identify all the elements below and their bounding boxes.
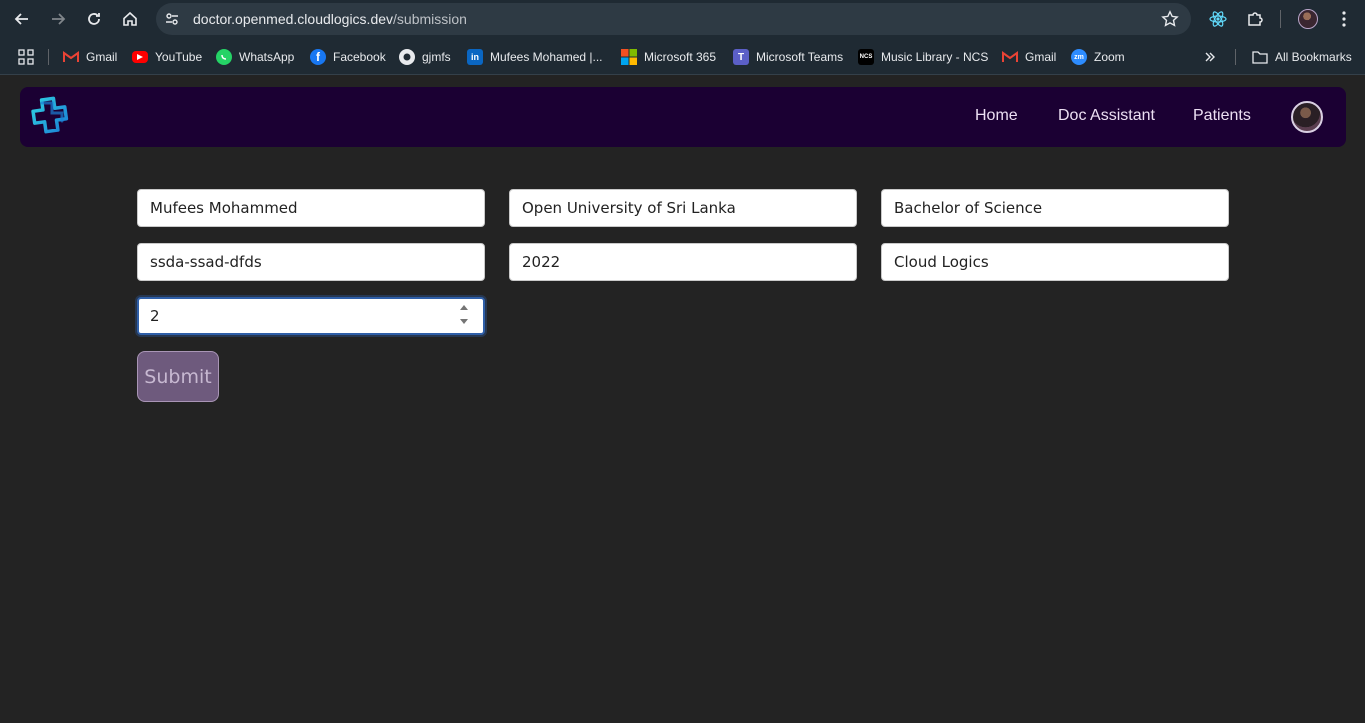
profile-button[interactable] — [1297, 8, 1319, 30]
profile-avatar — [1298, 9, 1318, 29]
home-icon — [123, 11, 137, 26]
bookmark-label: Microsoft Teams — [756, 50, 844, 64]
url-text: doctor.openmed.cloudlogics.dev/submissio… — [193, 11, 467, 27]
bookmark-label: Music Library - NCS — [881, 50, 989, 64]
bookmarks-bar: Gmail YouTube WhatsApp f Facebook gjmfs … — [0, 38, 1365, 75]
reload-button[interactable] — [82, 7, 106, 31]
github-icon — [399, 49, 415, 65]
folder-icon — [1252, 49, 1268, 65]
bookmark-gjmfs[interactable]: gjmfs — [399, 47, 451, 67]
toolbar-divider — [1280, 10, 1281, 28]
bookmark-facebook[interactable]: f Facebook — [310, 47, 386, 67]
nav-home-link[interactable]: Home — [975, 107, 1018, 125]
bookmark-label: Zoom — [1094, 50, 1125, 64]
bookmark-star-icon[interactable] — [1161, 10, 1179, 28]
zoom-icon: zm — [1071, 49, 1087, 65]
linkedin-icon: in — [467, 49, 483, 65]
bookmark-label: Microsoft 365 — [644, 50, 717, 64]
user-avatar[interactable] — [1291, 101, 1323, 133]
reload-icon — [88, 13, 100, 25]
bookmarks-divider-right — [1235, 49, 1236, 65]
bookmark-label: Facebook — [333, 50, 386, 64]
home-button[interactable] — [118, 7, 142, 31]
ncs-icon: NCS — [858, 49, 874, 65]
openmed-logo-icon[interactable] — [28, 95, 72, 139]
bookmark-microsoft-teams[interactable]: T Microsoft Teams — [733, 47, 843, 67]
submit-button[interactable]: Submit — [137, 351, 219, 402]
bookmarks-divider — [48, 49, 49, 65]
bookmark-label: gjmfs — [422, 50, 451, 64]
kebab-menu-icon — [1342, 11, 1346, 27]
page-content: Home Doc Assistant Patients Submit — [0, 76, 1365, 723]
university-input[interactable] — [509, 189, 857, 227]
whatsapp-icon — [216, 49, 232, 65]
site-settings-icon[interactable] — [164, 11, 180, 27]
bookmark-youtube[interactable]: YouTube — [132, 47, 202, 67]
nav-patients-link[interactable]: Patients — [1193, 107, 1251, 125]
extensions-button[interactable] — [1244, 8, 1266, 30]
bookmark-whatsapp[interactable]: WhatsApp — [216, 47, 294, 67]
react-icon — [1209, 11, 1227, 27]
back-button[interactable] — [10, 7, 34, 31]
bookmark-label: Gmail — [1025, 50, 1057, 64]
bookmark-label: WhatsApp — [239, 50, 295, 64]
arrow-right-icon — [52, 13, 66, 25]
count-number-input[interactable] — [137, 297, 485, 335]
apps-grid-icon — [18, 49, 34, 65]
chevron-double-right-icon — [1205, 52, 1215, 62]
bookmark-gmail[interactable]: Gmail — [63, 47, 117, 67]
url-host: doctor.openmed.cloudlogics.dev — [193, 11, 394, 27]
url-path: /submission — [393, 11, 467, 27]
forward-button[interactable] — [46, 7, 70, 31]
year-input[interactable] — [509, 243, 857, 281]
bookmark-microsoft-365[interactable]: Microsoft 365 — [621, 47, 716, 67]
address-bar[interactable]: doctor.openmed.cloudlogics.dev/submissio… — [156, 3, 1191, 35]
bookmark-gmail-2[interactable]: Gmail — [1002, 47, 1056, 67]
teams-icon: T — [733, 49, 749, 65]
number-spinner-icon[interactable] — [458, 302, 470, 328]
microsoft-icon — [621, 49, 637, 65]
bookmark-music-library-ncs[interactable]: NCS Music Library - NCS — [858, 47, 988, 67]
gmail-icon — [1002, 49, 1018, 65]
nav-doc-assistant-link[interactable]: Doc Assistant — [1058, 107, 1155, 125]
arrow-left-icon — [14, 13, 28, 25]
youtube-icon — [132, 51, 148, 63]
apps-button[interactable] — [18, 47, 34, 67]
browser-toolbar: doctor.openmed.cloudlogics.dev/submissio… — [0, 0, 1365, 38]
browser-menu-button[interactable] — [1333, 8, 1355, 30]
bookmark-label: Gmail — [86, 50, 118, 64]
registration-input[interactable] — [137, 243, 485, 281]
bookmark-label: Mufees Mohamed |... — [490, 50, 603, 64]
all-bookmarks-label: All Bookmarks — [1275, 50, 1352, 64]
react-devtools-extension[interactable] — [1207, 8, 1229, 30]
app-navbar: Home Doc Assistant Patients — [20, 87, 1346, 147]
bookmark-label: YouTube — [155, 50, 203, 64]
organization-input[interactable] — [881, 243, 1229, 281]
bookmark-linkedin[interactable]: in Mufees Mohamed |... — [467, 47, 603, 67]
bookmark-zoom[interactable]: zm Zoom — [1071, 47, 1125, 67]
more-bookmarks-button[interactable] — [1204, 47, 1216, 67]
facebook-icon: f — [310, 49, 326, 65]
all-bookmarks-button[interactable]: All Bookmarks — [1252, 47, 1352, 67]
gmail-icon — [63, 49, 79, 65]
name-input[interactable] — [137, 189, 485, 227]
degree-input[interactable] — [881, 189, 1229, 227]
puzzle-icon — [1248, 12, 1263, 26]
